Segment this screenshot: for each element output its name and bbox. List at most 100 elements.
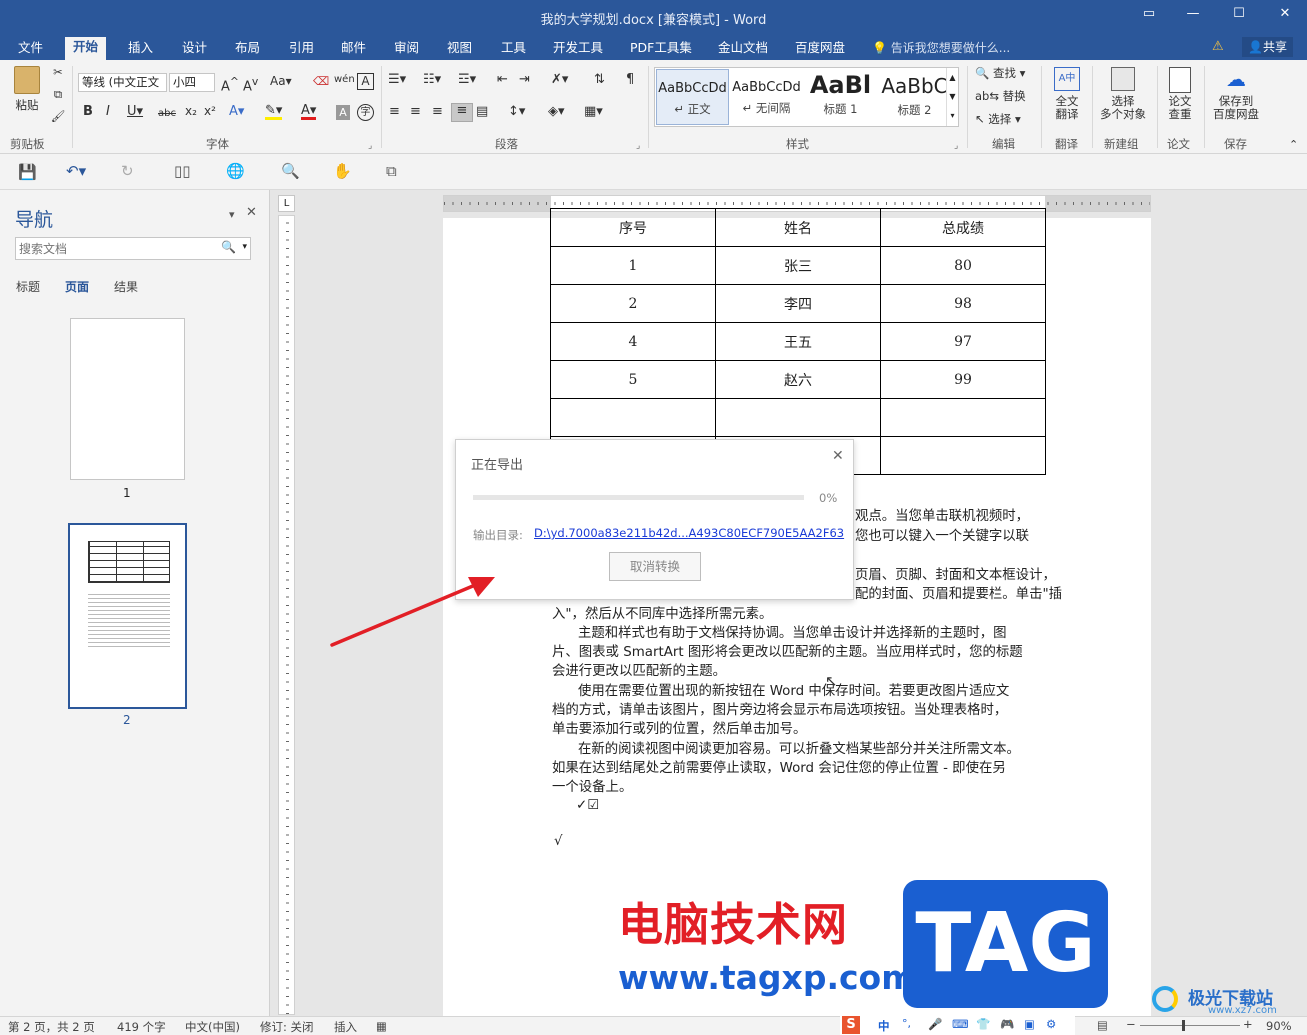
zoom-in-icon[interactable]: +	[1243, 1017, 1253, 1031]
tab-tools[interactable]: 工具	[493, 38, 534, 60]
tab-home[interactable]: 开始	[65, 37, 107, 60]
tab-pdf-tools[interactable]: PDF工具集	[622, 38, 700, 60]
bold-icon[interactable]: B	[83, 105, 93, 118]
tab-design[interactable]: 设计	[174, 38, 215, 60]
table-header-cell[interactable]: 姓名	[715, 208, 881, 247]
nav-close-icon[interactable]: ✕	[246, 205, 257, 220]
maximize-icon[interactable]: ☐	[1228, 6, 1250, 26]
select-multiple-objects-button[interactable]: 选择 多个对象	[1096, 67, 1150, 121]
ime-punct-toggle[interactable]: °,	[902, 1017, 911, 1030]
shading-icon[interactable]: ◈▾	[548, 105, 565, 118]
tab-insert[interactable]: 插入	[120, 38, 161, 60]
table-cell[interactable]	[715, 398, 881, 437]
style-heading-1[interactable]: AaBl 标题 1	[804, 69, 877, 125]
language-status[interactable]: 中文(中国)	[185, 1019, 240, 1035]
chinese-layout-icon[interactable]: ✗▾	[551, 73, 568, 86]
chevron-down-icon[interactable]: ▾	[242, 242, 247, 252]
superscript-icon[interactable]: x²	[204, 105, 216, 118]
sort-icon[interactable]: ⇅	[594, 73, 605, 86]
warning-icon[interactable]: ⚠	[1212, 39, 1224, 54]
share-button[interactable]: 👤共享	[1242, 37, 1293, 57]
select-button[interactable]: ↖ 选择 ▾	[975, 113, 1021, 126]
tab-developer[interactable]: 开发工具	[545, 38, 611, 60]
subscript-icon[interactable]: x₂	[185, 105, 197, 118]
font-name-combo[interactable]: 等线 (中文正文	[78, 73, 167, 92]
zoom-out-icon[interactable]: −	[1126, 1017, 1136, 1031]
word-count-status[interactable]: 419 个字	[117, 1019, 166, 1035]
shrink-font-icon[interactable]: Av	[243, 75, 258, 93]
style-normal[interactable]: AaBbCcDd ↵ 正文	[656, 69, 729, 125]
tab-baidu-netdisk[interactable]: 百度网盘	[787, 38, 853, 60]
table-cell[interactable]: 97	[880, 322, 1046, 361]
justify-icon[interactable]: ≡	[451, 103, 473, 122]
italic-icon[interactable]: I	[106, 105, 110, 118]
customize-qat-icon[interactable]: ⧉	[386, 162, 397, 180]
align-right-icon[interactable]: ≡	[432, 105, 443, 118]
borders-icon[interactable]: ▦▾	[584, 105, 603, 118]
align-left-icon[interactable]: ≡	[389, 105, 400, 118]
table-header-cell[interactable]: 序号	[550, 208, 716, 247]
print-layout-icon[interactable]: ▤	[1097, 1018, 1108, 1032]
line-spacing-icon[interactable]: ↕▾	[508, 105, 525, 118]
paragraph-dialog-launcher-icon[interactable]: ⌟	[636, 140, 640, 153]
tab-file[interactable]: 文件	[10, 38, 51, 60]
tell-me-box[interactable]: 💡 告诉我您想要做什么...	[872, 39, 1010, 56]
numbering-icon[interactable]: ☷▾	[423, 73, 441, 86]
web-layout-icon[interactable]: 🌐	[226, 162, 245, 180]
distributed-icon[interactable]: ▤	[476, 105, 488, 118]
tab-references[interactable]: 引用	[281, 38, 322, 60]
enclose-char-icon[interactable]: 字	[357, 104, 374, 121]
table-cell[interactable]: 5	[550, 360, 716, 399]
char-border-icon[interactable]: A	[357, 73, 374, 90]
zoom-level[interactable]: 90%	[1266, 1019, 1292, 1033]
save-to-baidu-button[interactable]: ☁ 保存到 百度网盘	[1208, 67, 1264, 121]
increase-indent-icon[interactable]: ⇥	[519, 73, 530, 86]
table-header-cell[interactable]: 总成绩	[880, 208, 1046, 247]
font-dialog-launcher-icon[interactable]: ⌟	[368, 140, 372, 153]
grow-font-icon[interactable]: A^	[221, 75, 239, 93]
clear-format-icon[interactable]: ⌫	[313, 75, 329, 88]
touch-mode-icon[interactable]: ✋	[333, 162, 352, 180]
tab-kingsoft-docs[interactable]: 金山文档	[710, 38, 776, 60]
cancel-conversion-button[interactable]: 取消转换	[609, 552, 701, 581]
paste-button[interactable]: 粘贴	[10, 66, 44, 118]
table-cell[interactable]: 赵六	[715, 360, 881, 399]
table-cell[interactable]	[880, 398, 1046, 437]
table-cell[interactable]: 99	[880, 360, 1046, 399]
cut-icon[interactable]: ✂	[50, 66, 66, 79]
dialog-close-icon[interactable]: ✕	[832, 448, 844, 464]
toolbox-icon[interactable]: ▣	[1024, 1017, 1035, 1031]
change-case-icon[interactable]: Aa▾	[270, 75, 292, 88]
search-icon[interactable]: 🔍	[221, 240, 236, 254]
table-cell[interactable]: 98	[880, 284, 1046, 323]
save-icon[interactable]: 💾	[18, 163, 37, 181]
nav-tab-headings[interactable]: 标题	[16, 278, 40, 295]
text-effects-icon[interactable]: A▾	[229, 105, 244, 118]
tab-view[interactable]: 视图	[439, 38, 480, 60]
read-mode-icon[interactable]: ▯▯	[174, 162, 191, 180]
table-cell[interactable]: 张三	[715, 246, 881, 285]
table-cell[interactable]: 4	[550, 322, 716, 361]
sogou-icon[interactable]: S	[842, 1016, 860, 1034]
track-changes-status[interactable]: 修订: 关闭	[260, 1019, 314, 1035]
nav-search-input[interactable]	[16, 238, 206, 259]
highlight-icon[interactable]: ✎▾	[265, 104, 283, 120]
zoom-slider[interactable]	[1140, 1020, 1240, 1031]
table-cell[interactable]: 80	[880, 246, 1046, 285]
strikethrough-icon[interactable]: abc	[158, 107, 176, 120]
underline-icon[interactable]: U▾	[127, 105, 143, 118]
nav-tab-pages[interactable]: 页面	[65, 278, 89, 295]
styles-dialog-launcher-icon[interactable]: ⌟	[954, 140, 958, 153]
format-painter-icon[interactable]: 🖌	[50, 110, 66, 123]
tab-mailings[interactable]: 邮件	[333, 38, 374, 60]
game-icon[interactable]: 🎮	[1000, 1017, 1014, 1031]
close-icon[interactable]: ✕	[1274, 6, 1296, 26]
microphone-icon[interactable]: 🎤	[928, 1017, 942, 1031]
font-color-icon[interactable]: A▾	[301, 104, 317, 120]
minimize-icon[interactable]: —	[1182, 6, 1204, 26]
table-cell[interactable]: 李四	[715, 284, 881, 323]
macro-record-icon[interactable]: ▦	[376, 1019, 387, 1033]
collapse-ribbon-icon[interactable]: ⌃	[1289, 138, 1298, 151]
redo-icon[interactable]: ↻	[121, 162, 134, 180]
table-cell[interactable]	[550, 398, 716, 437]
